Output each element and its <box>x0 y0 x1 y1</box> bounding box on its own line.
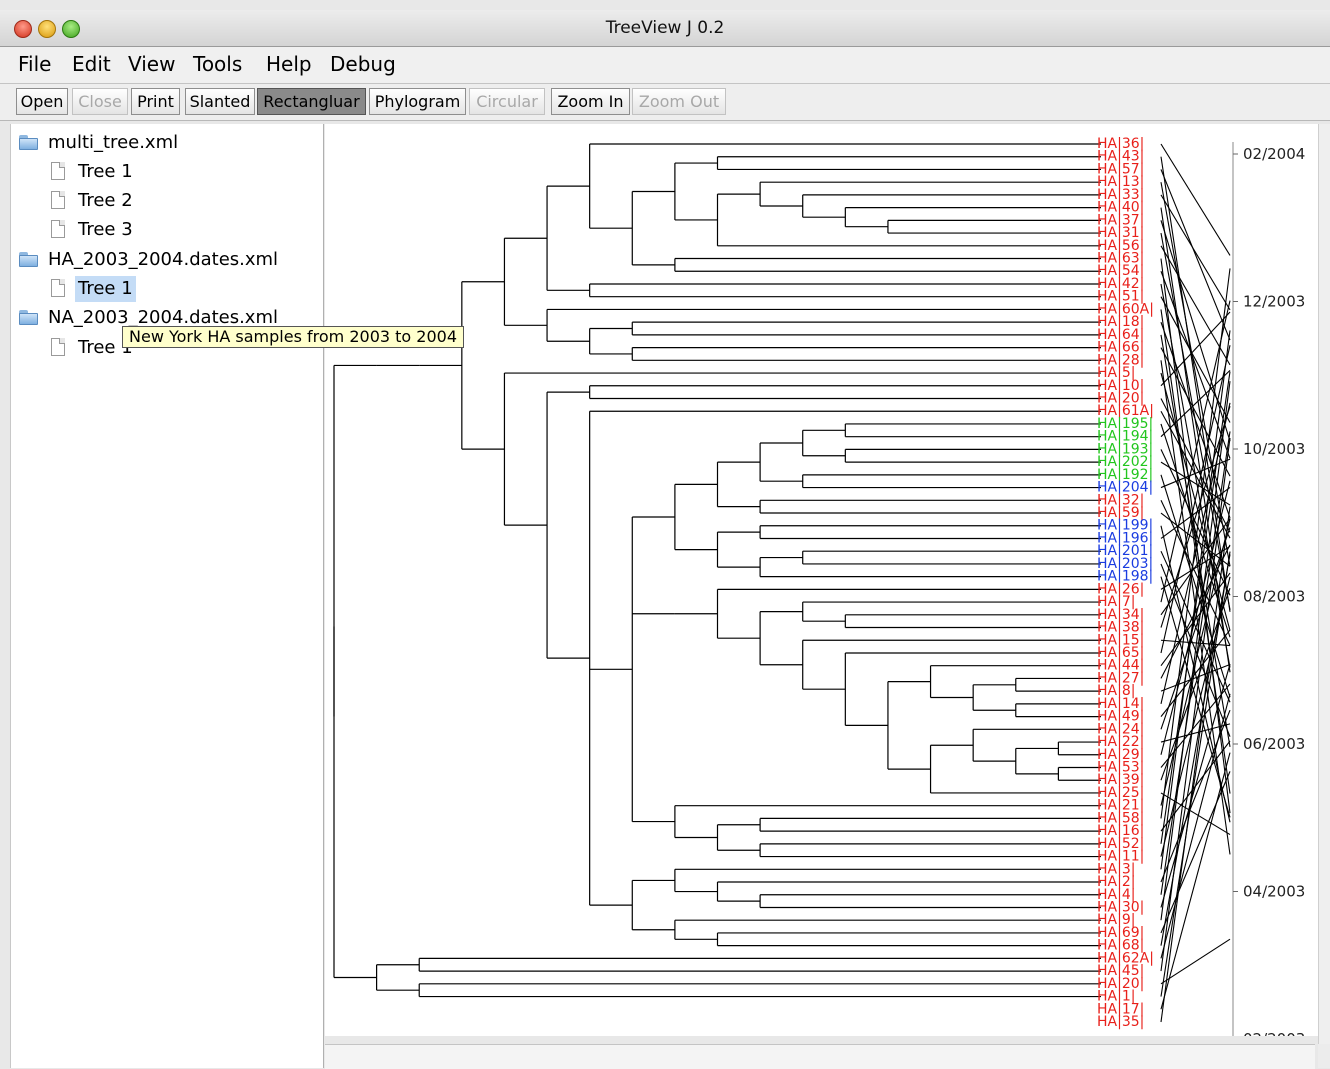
menu-view[interactable]: View <box>128 52 175 76</box>
slanted-button[interactable]: Slanted <box>185 88 255 115</box>
tree-node-label: Tree 1 <box>78 161 133 182</box>
vertical-scrollbar[interactable] <box>1318 124 1330 1044</box>
open-button[interactable]: Open <box>16 88 68 115</box>
document-icon <box>51 220 65 238</box>
title-bar: TreeView J 0.2 <box>0 10 1330 47</box>
folder-icon <box>19 251 39 267</box>
file-node-label: multi_tree.xml <box>48 132 179 153</box>
menu-edit[interactable]: Edit <box>72 52 111 76</box>
tree-canvas[interactable]: HA|36| HA|43| HA|57| HA|13| HA|33| HA|40| HA|3… <box>325 124 1318 1048</box>
tree-node[interactable]: Tree 1 <box>51 159 136 185</box>
timeline-label: 04/2003 <box>1243 883 1305 901</box>
circular-button: Circular <box>469 88 545 115</box>
resize-corner[interactable] <box>1318 1044 1330 1068</box>
tree-node[interactable]: Tree 2 <box>51 188 136 214</box>
menu-debug[interactable]: Debug <box>330 52 396 76</box>
timeline-label: 06/2003 <box>1243 735 1305 753</box>
timeline-label: 02/2004 <box>1243 145 1305 163</box>
file-tree-panel: multi_tree.xml Tree 1 Tree 2 Tree 3 HA_2… <box>10 124 324 1068</box>
tree-node[interactable]: Tree 3 <box>51 217 136 243</box>
timeline-label: 02/2003 <box>1243 1030 1305 1036</box>
toolbar: Open Close Print Slanted Rectangluar Phy… <box>0 84 1330 121</box>
zoom-in-button[interactable]: Zoom In <box>551 88 630 115</box>
timeline-label: 08/2003 <box>1243 588 1305 606</box>
file-node[interactable]: HA_2003_2004.dates.xml <box>19 247 281 273</box>
timeline-label: 12/2003 <box>1243 293 1305 311</box>
tree-node-label: Tree 3 <box>78 219 133 240</box>
file-node-label: HA_2003_2004.dates.xml <box>48 249 279 270</box>
document-icon <box>51 191 65 209</box>
print-button[interactable]: Print <box>131 88 180 115</box>
tree-node-label: Tree 1 <box>75 276 136 302</box>
folder-icon <box>19 309 39 325</box>
timeline-label: 10/2003 <box>1243 440 1305 458</box>
horizontal-scrollbar[interactable] <box>325 1044 1315 1069</box>
file-node[interactable]: multi_tree.xml <box>19 130 181 156</box>
zoom-out-button: Zoom Out <box>632 88 726 115</box>
document-icon <box>51 162 65 180</box>
rectangular-button[interactable]: Rectangluar <box>257 88 366 115</box>
document-icon <box>51 279 65 297</box>
phylogram-button[interactable]: Phylogram <box>369 88 466 115</box>
leaf-label[interactable]: HA|35| <box>1097 1014 1144 1030</box>
document-icon <box>51 338 65 356</box>
close-button: Close <box>72 88 128 115</box>
tree-node-label: Tree 2 <box>78 190 133 211</box>
menu-file[interactable]: File <box>18 52 51 76</box>
tree-node-selected[interactable]: Tree 1 <box>51 276 136 302</box>
menu-tools[interactable]: Tools <box>193 52 242 76</box>
menu-bar: File Edit View Tools Help Debug <box>0 47 1330 84</box>
phylogenetic-tree[interactable]: HA|36|HA|43|HA|57|HA|13|HA|33|HA|40|HA|3… <box>325 124 1318 1048</box>
folder-icon <box>19 134 39 150</box>
date-connector <box>1160 381 1231 921</box>
tooltip: New York HA samples from 2003 to 2004 <box>122 326 464 348</box>
window-title: TreeView J 0.2 <box>605 18 725 38</box>
menu-help[interactable]: Help <box>266 52 312 76</box>
